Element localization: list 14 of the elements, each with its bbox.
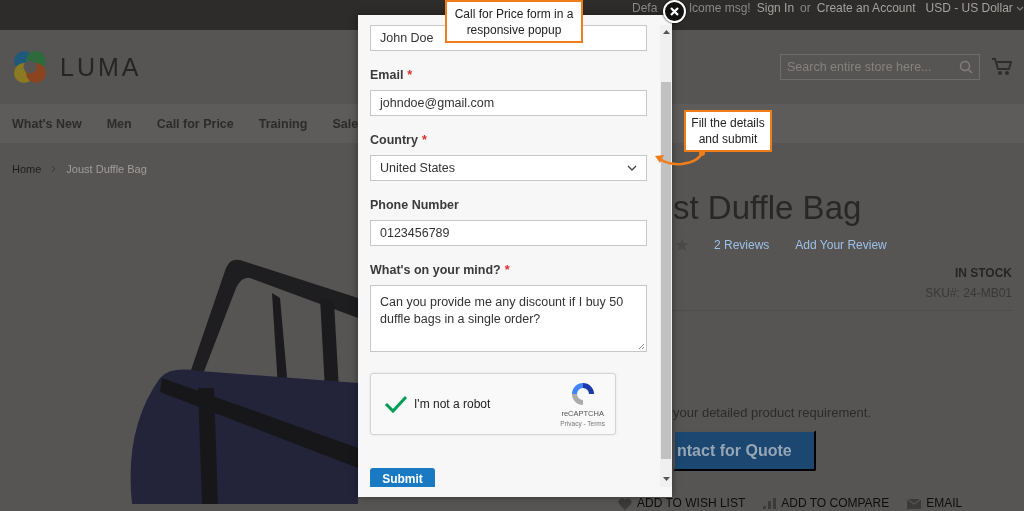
field-label: Email (370, 68, 404, 82)
annotation-tooltip: Call for Price form in a responsive popup (445, 0, 583, 43)
breadcrumb-current: Joust Duffle Bag (66, 163, 147, 175)
captcha-label: I'm not a robot (414, 397, 492, 411)
field-label: Phone Number (370, 198, 459, 212)
header-text: or (800, 2, 811, 14)
header-text: lcome msg! (689, 2, 751, 14)
annotation-tooltip: Fill the details and submit (684, 110, 772, 152)
field-label: Country (370, 133, 418, 147)
required-mark: * (421, 133, 427, 147)
header-text: Defa (632, 2, 658, 14)
required-mark: * (504, 263, 510, 277)
required-mark: * (407, 68, 413, 82)
field-label: What's on your mind? (370, 263, 501, 277)
